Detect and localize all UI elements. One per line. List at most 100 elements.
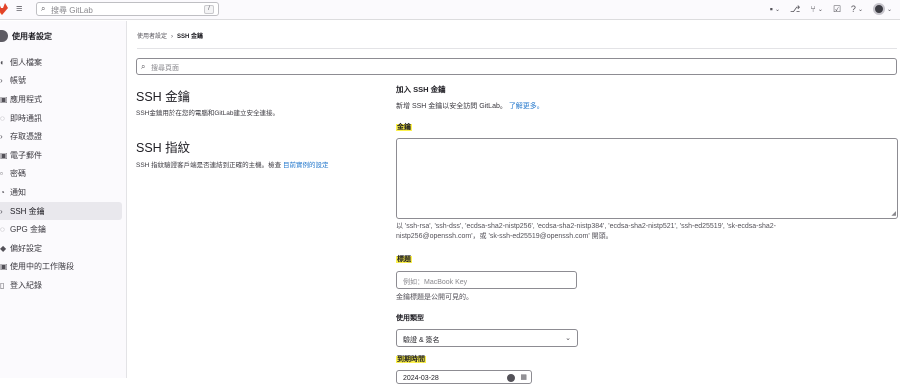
log-icon: ▯	[0, 280, 5, 290]
divider	[137, 48, 897, 49]
user-menu[interactable]: ⌄	[872, 3, 892, 15]
title-input[interactable]: 例如：MacBook Key	[396, 271, 577, 289]
lock-icon: ▫	[0, 169, 3, 179]
sidebar-item-label: 密碼	[10, 169, 26, 179]
todo-icon[interactable]: ☑	[833, 4, 841, 15]
page-search-input[interactable]: ⌕ 搜尋頁面	[136, 58, 897, 75]
search-icon: ⌕	[141, 62, 146, 71]
title-hint: 金鑰標題是公開可見的。	[396, 294, 473, 301]
breadcrumb-parent[interactable]: 使用者設定	[137, 34, 167, 40]
chevron-down-icon: ⌄	[565, 335, 571, 342]
learn-more-link[interactable]: 了解更多。	[509, 103, 544, 110]
breadcrumb-current: SSH 金鑰	[177, 34, 204, 40]
ssh-fingerprints-description: SSH 指紋驗證客戶端是否連結到正確的主機。檢查 目前實例的設定	[136, 159, 328, 169]
calendar-icon[interactable]: ▦	[520, 373, 527, 381]
token-icon: ›	[0, 132, 3, 142]
sidebar-item-label: 登入紀錄	[10, 280, 42, 290]
usage-type-select[interactable]: 驗證 & 簽名 ⌄	[396, 329, 578, 347]
sidebar-item-preferences[interactable]: ◆ 偏好設定	[0, 239, 122, 258]
ssh-keys-heading: SSH 金鑰	[136, 90, 191, 104]
sidebar-item-account[interactable]: › 帳號	[0, 72, 122, 91]
key-hint: 以 'ssh-rsa', 'ssh-dss', 'ecdsa-sha2-nist…	[396, 222, 776, 242]
breadcrumb: 使用者設定 › SSH 金鑰	[137, 31, 203, 40]
ssh-fingerprints-text: SSH 指紋驗證客戶端是否連結到正確的主機。檢查	[136, 162, 282, 169]
help-icon[interactable]: ? ⌄	[851, 4, 863, 14]
add-ssh-key-heading: 加入 SSH 金鑰	[396, 85, 446, 94]
top-right-icons: ▪ ⌄ ⎇ ⑂ ⌄ ☑ ? ⌄ ⌄	[770, 3, 892, 15]
global-search-input[interactable]: ⌕ 搜尋 GitLab /	[36, 2, 219, 16]
expires-label: 到期時間	[396, 356, 426, 363]
usage-type-label-wrap: 使用類型	[396, 313, 424, 323]
merge-requests-icon[interactable]: ⎇	[790, 4, 800, 15]
sidebar-item-auth-log[interactable]: ▯ 登入紀錄	[0, 276, 122, 295]
top-navbar: ≡ ⌕ 搜尋 GitLab / ▪ ⌄ ⎇ ⑂ ⌄ ☑ ? ⌄ ⌄	[0, 0, 900, 20]
usage-type-label: 使用類型	[396, 315, 424, 322]
search-shortcut-badge: /	[204, 5, 214, 14]
sidebar-item-label: 即時通訊	[10, 113, 42, 123]
avatar	[0, 30, 8, 42]
sidebar-nav: ◐ 個人檔案 › 帳號 ▣ 應用程式 ◌ 即時通訊 › 存取憑證 ▣ 電子郵件 ▫ 密碼 ◔ 通…	[0, 53, 122, 295]
clear-icon[interactable]	[507, 374, 515, 382]
key-field-label: 金鑰	[396, 124, 412, 131]
key-textarea[interactable]: ◢	[396, 138, 898, 219]
search-icon: ⌕	[41, 4, 46, 13]
preferences-icon: ◆	[0, 243, 7, 253]
applications-icon: ▣	[0, 94, 8, 104]
profile-icon: ◐	[0, 57, 5, 67]
sidebar-item-label: 電子郵件	[10, 150, 42, 160]
ssh-fingerprints-heading: SSH 指紋	[136, 141, 191, 155]
account-icon: ›	[0, 76, 3, 86]
key-hint-line1: 以 'ssh-rsa', 'ssh-dss', 'ecdsa-sha2-nist…	[396, 223, 777, 230]
sidebar-item-label: 偏好設定	[10, 243, 42, 253]
instance-config-link[interactable]: 目前實例的設定	[283, 162, 329, 169]
sidebar-item-label: 通知	[10, 187, 26, 197]
title-field-label: 標題	[396, 256, 412, 263]
usage-type-value: 驗證 & 簽名	[403, 337, 440, 344]
sidebar-item-label: 應用程式	[10, 94, 42, 104]
global-search-placeholder: 搜尋 GitLab	[51, 6, 93, 15]
ssh-keys-description: SSH金鑰用於在您的電腦和GitLab建立安全連接。	[136, 110, 280, 117]
sidebar-item-profile[interactable]: ◐ 個人檔案	[0, 53, 122, 72]
email-icon: ▣	[0, 150, 8, 160]
notifications-icon: ◔	[0, 187, 5, 197]
key-icon: ›	[0, 206, 3, 216]
sidebar-item-label: GPG 金鑰	[10, 225, 47, 235]
gpg-key-icon: ◌	[0, 225, 5, 235]
user-avatar	[872, 3, 885, 15]
issues-icon[interactable]: ▪ ⌄	[770, 4, 780, 14]
sidebar-item-ssh-keys[interactable]: › SSH 金鑰	[0, 201, 122, 221]
sidebar-item-gpg-keys[interactable]: ◌ GPG 金鑰	[0, 220, 122, 239]
gitlab-logo-icon[interactable]	[0, 3, 8, 15]
add-ssh-key-subtitle: 新增 SSH 金鑰以安全訪問 GitLab。 了解更多。	[396, 101, 544, 111]
sidebar-item-label: SSH 金鑰	[10, 206, 45, 216]
sidebar-item-label: 帳號	[10, 76, 26, 86]
sidebar-item-active-sessions[interactable]: ▣ 使用中的工作階段	[0, 258, 122, 277]
key-hint-line2: nistp256@openssh.com'，或 'sk-ssh-ed25519@…	[396, 233, 613, 240]
sidebar-item-emails[interactable]: ▣ 電子郵件	[0, 146, 122, 165]
sidebar-title: 使用者設定	[12, 31, 52, 41]
sidebar-item-label: 存取憑證	[10, 132, 42, 142]
sidebar-item-password[interactable]: ▫ 密碼	[0, 165, 122, 184]
sidebar-item-access-tokens[interactable]: › 存取憑證	[0, 127, 122, 146]
expires-date-input[interactable]: 2024-03-28 ▦	[396, 370, 532, 384]
sidebar: 使用者設定 ◐ 個人檔案 › 帳號 ▣ 應用程式 ◌ 即時通訊 › 存取憑證 ▣ 電子郵件 …	[0, 21, 127, 378]
add-ssh-key-subtitle-text: 新增 SSH 金鑰以安全訪問 GitLab。	[396, 103, 507, 110]
sidebar-item-applications[interactable]: ▣ 應用程式	[0, 90, 122, 109]
sidebar-item-label: 個人檔案	[10, 57, 42, 67]
branch-icon[interactable]: ⑂ ⌄	[810, 4, 822, 14]
sidebar-item-chat[interactable]: ◌ 即時通訊	[0, 109, 122, 128]
menu-icon[interactable]: ≡	[16, 4, 27, 15]
title-input-placeholder: 例如：MacBook Key	[403, 279, 468, 286]
sidebar-item-label: 使用中的工作階段	[10, 262, 74, 272]
page-search-placeholder: 搜尋頁面	[151, 65, 179, 72]
key-field-label-wrap: 金鑰	[396, 122, 412, 132]
expires-date-value: 2024-03-28	[403, 375, 439, 382]
breadcrumb-separator: ›	[171, 34, 174, 40]
sidebar-header[interactable]: 使用者設定	[0, 29, 52, 43]
title-field-label-wrap: 標題	[396, 254, 412, 264]
sidebar-item-notifications[interactable]: ◔ 通知	[0, 183, 122, 202]
sessions-icon: ▣	[0, 262, 8, 272]
resize-handle-icon[interactable]: ◢	[891, 211, 896, 217]
expires-label-wrap: 到期時間	[396, 354, 426, 364]
chat-icon: ◌	[0, 113, 5, 123]
